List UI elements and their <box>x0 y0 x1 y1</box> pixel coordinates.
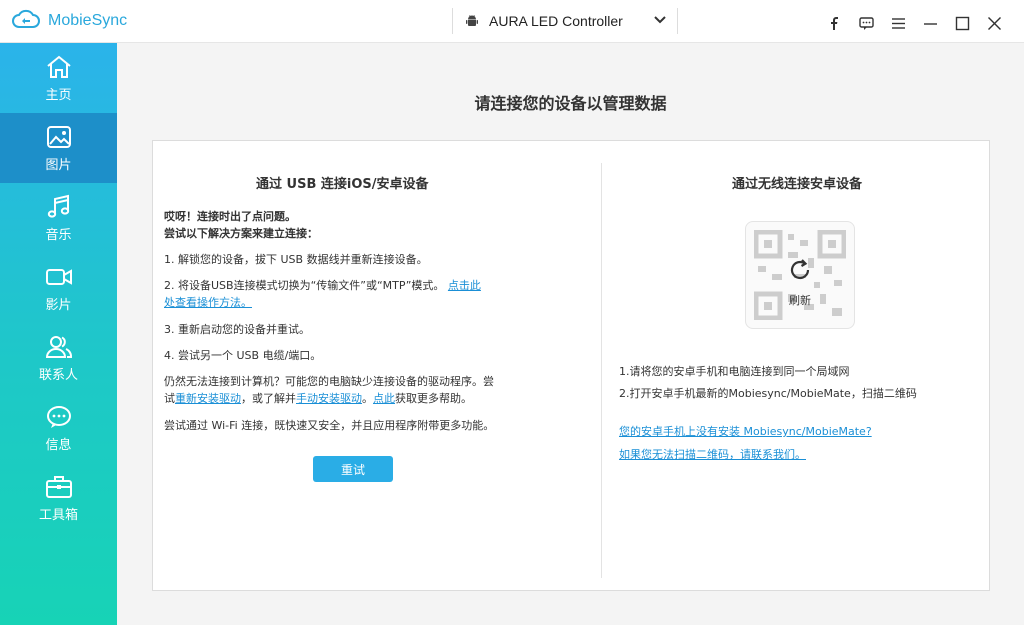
message-icon <box>46 405 71 428</box>
driver-text-c: ，或了解并 <box>241 392 296 405</box>
wifi-tip: 尝试通过 Wi-Fi 连接，既快速又安全，并且应用程序附带更多功能。 <box>164 419 495 432</box>
driver-text-b: 试 <box>164 392 175 405</box>
chevron-down-icon <box>654 16 666 24</box>
sidebar-item-contacts[interactable]: 联系人 <box>0 323 117 393</box>
retry-button[interactable]: 重试 <box>313 456 393 482</box>
sidebar-item-toolbox[interactable]: 工具箱 <box>0 463 117 533</box>
sidebar-item-videos[interactable]: 影片 <box>0 253 117 323</box>
manual-install-driver-link[interactable]: 手动安装驱动 <box>296 392 362 405</box>
app-name: MobieSync <box>48 12 128 29</box>
toolbox-icon <box>45 475 72 498</box>
sidebar-item-music[interactable]: 音乐 <box>0 183 117 253</box>
app-not-installed-link[interactable]: 您的安卓手机上没有安装 Mobiesync/MobieMate? <box>619 425 872 438</box>
step-4: 4. 尝试另一个 USB 电缆/端口。 <box>164 349 322 362</box>
sidebar-item-label: 联系人 <box>38 367 78 383</box>
step-1: 1. 解锁您的设备，拔下 USB 数据线并重新连接设备。 <box>164 253 428 266</box>
menu-icon <box>891 17 905 29</box>
title-bar: MobieSync AURA LED Controller <box>0 0 1024 43</box>
wireless-step-2: 2.打开安卓手机最新的Mobiesync/MobieMate，扫描二维码 <box>619 387 917 400</box>
step-2-link[interactable]: 点击此 <box>448 279 481 292</box>
step-2-text: 2. 将设备USB连接模式切换为“传输文件”或“MTP”模式。 <box>164 279 445 292</box>
sidebar-item-label: 图片 <box>45 157 72 173</box>
photo-icon <box>46 125 71 148</box>
step-2: 2. 将设备USB连接模式切换为“传输文件”或“MTP”模式。 点击此处查看操作… <box>164 277 524 311</box>
qr-code-refresh[interactable]: 刷新 <box>745 221 855 329</box>
menu-button[interactable] <box>882 12 914 34</box>
contact-us-link[interactable]: 如果您无法扫描二维码，请联系我们。 <box>619 448 806 461</box>
usb-section-title: 通过 USB 连接iOS/安卓设备 <box>256 177 429 192</box>
sidebar-item-label: 影片 <box>45 297 72 313</box>
sidebar-item-home[interactable]: 主页 <box>0 43 117 113</box>
sidebar-item-label: 音乐 <box>45 227 72 243</box>
maximize-button[interactable] <box>946 12 978 34</box>
app-logo-icon <box>12 9 40 28</box>
close-button[interactable] <box>978 12 1010 34</box>
problem-line-2: 尝试以下解决方案来建立连接： <box>164 227 318 240</box>
page-title: 请连接您的设备以管理数据 <box>474 94 667 113</box>
refresh-icon <box>790 259 810 280</box>
facebook-icon <box>830 16 838 30</box>
wireless-help-link-2: 如果您无法扫描二维码，请联系我们。 <box>619 444 979 466</box>
music-icon <box>47 194 69 218</box>
minimize-icon <box>923 22 937 25</box>
driver-help-text: 仍然无法连接到计算机？可能您的电脑缺少连接设备的驱动程序。尝 试重新安装驱动，或了… <box>164 373 524 407</box>
sidebar: 主页 图片 音乐 影片 联系人 信息 工具箱 <box>0 43 117 625</box>
driver-text-e: 获取更多帮助。 <box>395 392 472 405</box>
sidebar-item-photos[interactable]: 图片 <box>0 113 117 183</box>
android-icon <box>466 15 478 26</box>
sidebar-item-label: 信息 <box>45 437 72 453</box>
home-icon <box>46 55 71 78</box>
video-icon <box>45 268 72 285</box>
device-selector[interactable]: AURA LED Controller <box>452 8 678 34</box>
sidebar-item-messages[interactable]: 信息 <box>0 393 117 463</box>
wireless-section-title: 通过无线连接安卓设备 <box>732 177 863 192</box>
connection-panel: 通过 USB 连接iOS/安卓设备 哎呀！连接时出了点问题。 尝试以下解决方案来… <box>152 140 990 591</box>
wireless-step-1: 1.请将您的安卓手机和电脑连接到同一个局域网 <box>619 365 850 378</box>
close-icon <box>987 16 1001 30</box>
feedback-button[interactable] <box>850 12 882 34</box>
device-name: AURA LED Controller <box>489 13 623 29</box>
contacts-icon <box>45 335 72 358</box>
wireless-help-link-1: 您的安卓手机上没有安装 Mobiesync/MobieMate? <box>619 421 979 443</box>
facebook-button[interactable] <box>818 12 850 34</box>
app-brand: MobieSync <box>12 8 127 34</box>
window-controls <box>818 12 1010 34</box>
reinstall-driver-link[interactable]: 重新安装驱动 <box>175 392 241 405</box>
maximize-icon <box>955 16 969 30</box>
more-help-link[interactable]: 点此 <box>373 392 395 405</box>
driver-text-d: 。 <box>362 392 373 405</box>
step-2-link-continued[interactable]: 处查看操作方法。 <box>164 296 252 309</box>
refresh-label: 刷新 <box>789 294 811 307</box>
sidebar-item-label: 工具箱 <box>38 507 78 523</box>
feedback-icon <box>858 16 874 30</box>
problem-line-1: 哎呀！连接时出了点问题。 <box>164 210 296 223</box>
panel-divider <box>601 163 602 578</box>
sidebar-item-label: 主页 <box>45 87 72 103</box>
step-3: 3. 重新启动您的设备并重试。 <box>164 323 310 336</box>
driver-text-a: 仍然无法连接到计算机？可能您的电脑缺少连接设备的驱动程序。尝 <box>164 375 494 388</box>
minimize-button[interactable] <box>914 12 946 34</box>
